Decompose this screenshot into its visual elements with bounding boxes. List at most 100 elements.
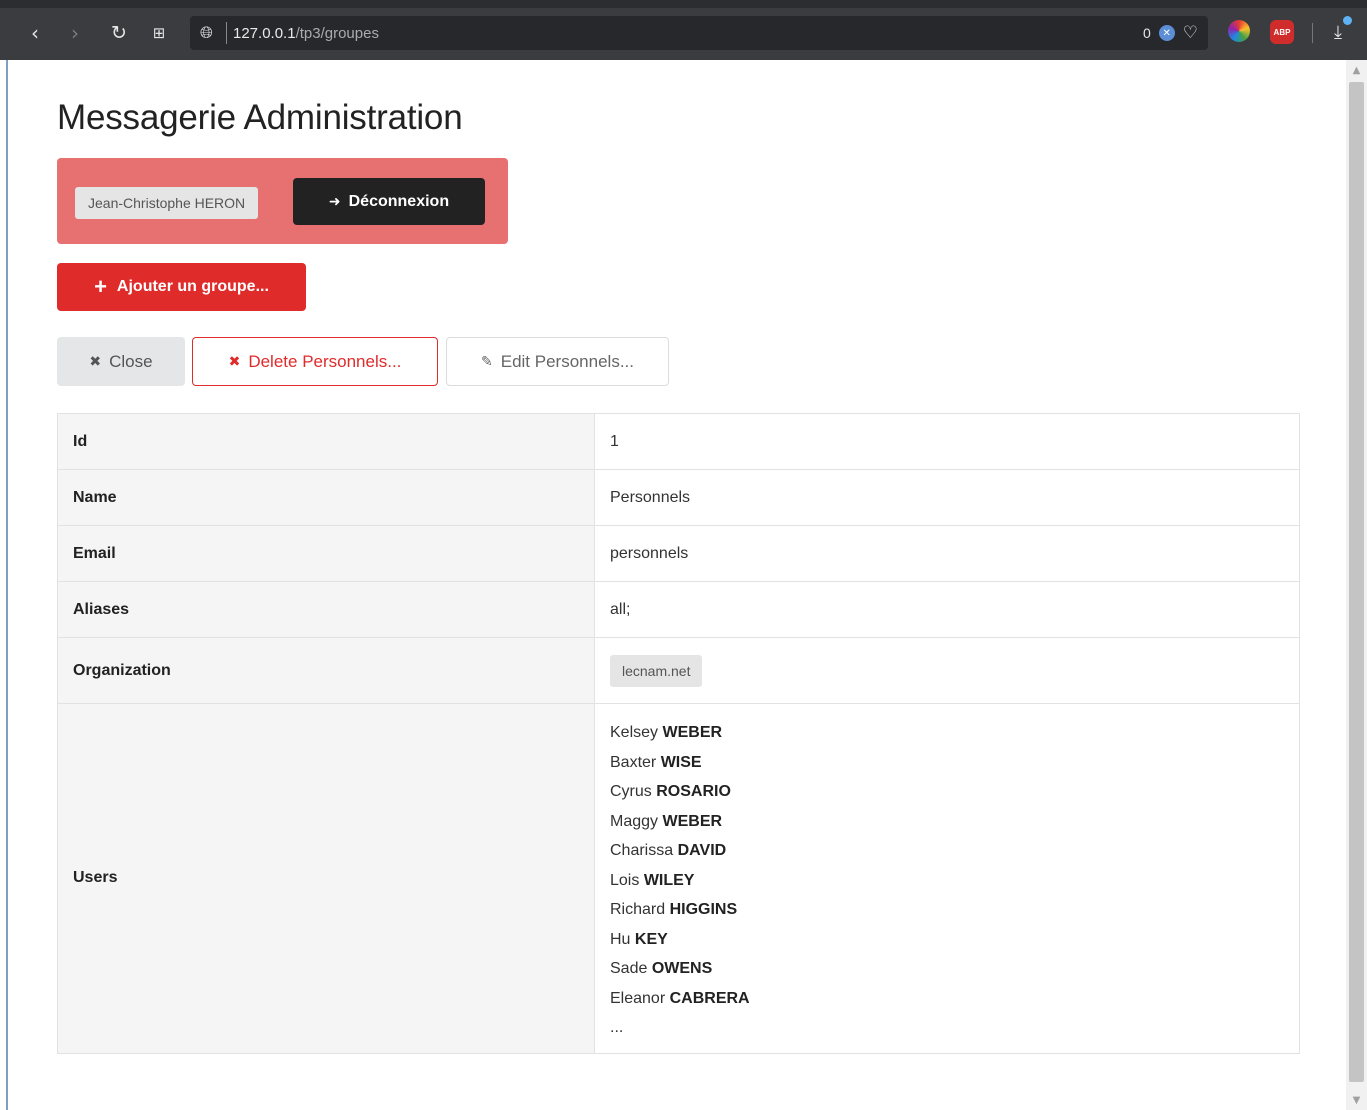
- user-last-name: WISE: [660, 753, 702, 771]
- user-first-name: Hu: [610, 930, 631, 948]
- user-first-name: Baxter: [610, 753, 657, 771]
- reload-icon[interactable]: ↻: [106, 20, 132, 46]
- forward-arrow-icon[interactable]: ›: [62, 20, 88, 46]
- close-icon: ✖: [89, 353, 102, 370]
- user-last-name: KEY: [634, 930, 668, 948]
- tracker-block-icon[interactable]: ✕: [1158, 25, 1175, 41]
- user-first-name: Lois: [610, 871, 640, 889]
- user-last-name: DAVID: [677, 842, 727, 859]
- user-first-name: Eleanor: [610, 989, 666, 1007]
- scrollbar-thumb[interactable]: [1349, 82, 1364, 1082]
- user-first-name: Maggy: [610, 812, 659, 830]
- close-button[interactable]: ✖ Close: [57, 337, 185, 386]
- users-label: Users: [57, 703, 595, 1053]
- back-arrow-icon[interactable]: ‹: [22, 20, 48, 46]
- browser-nav-row: ‹ › ↻ ⊞ 🌐︎ 127.0.0.1/tp3/groupes 0 ✕ ♡ A…: [0, 12, 1367, 54]
- delete-prefix: Delete: [248, 351, 298, 371]
- url-host: 127.0.0.1: [233, 24, 296, 42]
- group-details-table: Id 1 Name Personnels Email personnels Al…: [57, 413, 1300, 1054]
- logout-button[interactable]: ➜ Déconnexion: [293, 178, 485, 225]
- user-first-name: Charissa: [610, 842, 674, 859]
- scrollbar[interactable]: ▲ ▼: [1346, 60, 1367, 1110]
- aliases-value: all;: [594, 581, 1300, 638]
- user-last-name: WEBER: [662, 812, 723, 830]
- add-group-label: Ajouter un groupe...: [116, 278, 269, 295]
- list-item: Maggy WEBER: [610, 807, 1299, 837]
- user-first-name: Cyrus: [610, 783, 652, 800]
- address-bar-actions: 0 ✕ ♡: [1143, 23, 1198, 43]
- user-last-name: CABRERA: [669, 989, 750, 1007]
- detail-row-id: Id 1: [57, 413, 1300, 470]
- edit-group-name: Personnels...: [534, 351, 634, 371]
- current-user-badge: Jean-Christophe HERON: [75, 187, 259, 219]
- name-value: Personnels: [594, 469, 1300, 526]
- user-last-name: HIGGINS: [669, 901, 738, 918]
- user-last-name: ROSARIO: [656, 783, 731, 800]
- logout-label: Déconnexion: [348, 192, 450, 210]
- delete-group-button[interactable]: ✖ Delete Personnels...: [192, 337, 438, 386]
- id-label: Id: [57, 413, 595, 470]
- list-item: Kelsey WEBER: [610, 718, 1299, 748]
- speed-dial-icon[interactable]: ⊞: [146, 20, 172, 46]
- download-badge: [1343, 16, 1352, 25]
- user-first-name: Kelsey: [610, 724, 659, 741]
- adblock-label: ABP: [1273, 27, 1291, 37]
- blocked-count: 0: [1142, 25, 1151, 41]
- list-item: Cyrus ROSARIO: [610, 777, 1299, 807]
- aliases-label: Aliases: [57, 581, 595, 638]
- globe-icon: 🌐︎: [200, 23, 213, 42]
- users-more-indicator: ...: [610, 1019, 624, 1036]
- user-last-name: WEBER: [662, 724, 723, 741]
- user-first-name: Richard: [610, 901, 666, 918]
- detail-row-users: Users Kelsey WEBER Baxter WISE Cyrus ROS…: [57, 703, 1300, 1053]
- detail-row-email: Email personnels: [57, 525, 1300, 582]
- detail-row-organization: Organization lecnam.net: [57, 637, 1300, 704]
- organization-label: Organization: [57, 637, 595, 704]
- organization-cell: lecnam.net: [594, 637, 1300, 704]
- name-label: Name: [57, 469, 595, 526]
- address-divider: [226, 22, 227, 44]
- edit-prefix: Edit: [500, 351, 531, 371]
- list-item: Richard HIGGINS: [610, 895, 1299, 925]
- user-first-name: Sade: [610, 960, 648, 977]
- browser-toolbar: ‹ › ↻ ⊞ 🌐︎ 127.0.0.1/tp3/groupes 0 ✕ ♡ A…: [0, 0, 1367, 60]
- edit-group-button[interactable]: ✎ Edit Personnels...: [446, 337, 669, 386]
- window-edge: [6, 60, 8, 1110]
- email-label: Email: [57, 525, 595, 582]
- list-item: Lois WILEY: [610, 866, 1299, 896]
- detail-row-name: Name Personnels: [57, 469, 1300, 526]
- users-list: Kelsey WEBER Baxter WISE Cyrus ROSARIO M…: [610, 704, 1299, 1053]
- add-group-button[interactable]: + Ajouter un groupe...: [57, 263, 306, 311]
- list-item: Eleanor CABRERA: [610, 984, 1299, 1014]
- url-path: /tp3/groupes: [295, 24, 379, 42]
- plus-icon: +: [94, 274, 107, 299]
- edit-icon: ✎: [481, 353, 493, 370]
- bookmark-heart-icon[interactable]: ♡: [1183, 23, 1198, 43]
- organization-badge: lecnam.net: [610, 654, 703, 687]
- page-title: Messagerie Administration: [57, 98, 463, 137]
- id-value: 1: [594, 413, 1300, 470]
- edit-label: Edit Personnels...: [501, 352, 634, 372]
- delete-label: Delete Personnels...: [248, 352, 401, 372]
- delete-group-name: Personnels...: [302, 351, 402, 371]
- url-text[interactable]: 127.0.0.1/tp3/groupes: [233, 25, 379, 42]
- download-icon[interactable]: ⤓: [1326, 16, 1352, 44]
- scroll-up-icon[interactable]: ▲: [1346, 60, 1367, 80]
- detail-row-aliases: Aliases all;: [57, 581, 1300, 638]
- user-panel: Jean-Christophe HERON ➜ Déconnexion: [57, 158, 508, 244]
- user-last-name: OWENS: [651, 960, 713, 977]
- list-item: Hu KEY: [610, 925, 1299, 955]
- delete-x-icon: ✖: [228, 353, 241, 370]
- users-cell: Kelsey WEBER Baxter WISE Cyrus ROSARIO M…: [594, 703, 1300, 1053]
- color-extension-icon[interactable]: [1228, 20, 1250, 42]
- email-value: personnels: [594, 525, 1300, 582]
- adblock-icon[interactable]: ABP: [1270, 20, 1294, 44]
- list-item: Sade OWENS: [610, 954, 1299, 984]
- list-item: Charissa DAVID: [610, 836, 1299, 866]
- list-item: Baxter WISE: [610, 748, 1299, 778]
- browser-tab-strip: [0, 0, 1367, 8]
- close-label: Close: [109, 351, 153, 371]
- sign-out-icon: ➜: [328, 193, 341, 210]
- scroll-down-icon[interactable]: ▼: [1346, 1090, 1367, 1110]
- address-bar[interactable]: 🌐︎ 127.0.0.1/tp3/groupes 0 ✕ ♡: [190, 16, 1208, 50]
